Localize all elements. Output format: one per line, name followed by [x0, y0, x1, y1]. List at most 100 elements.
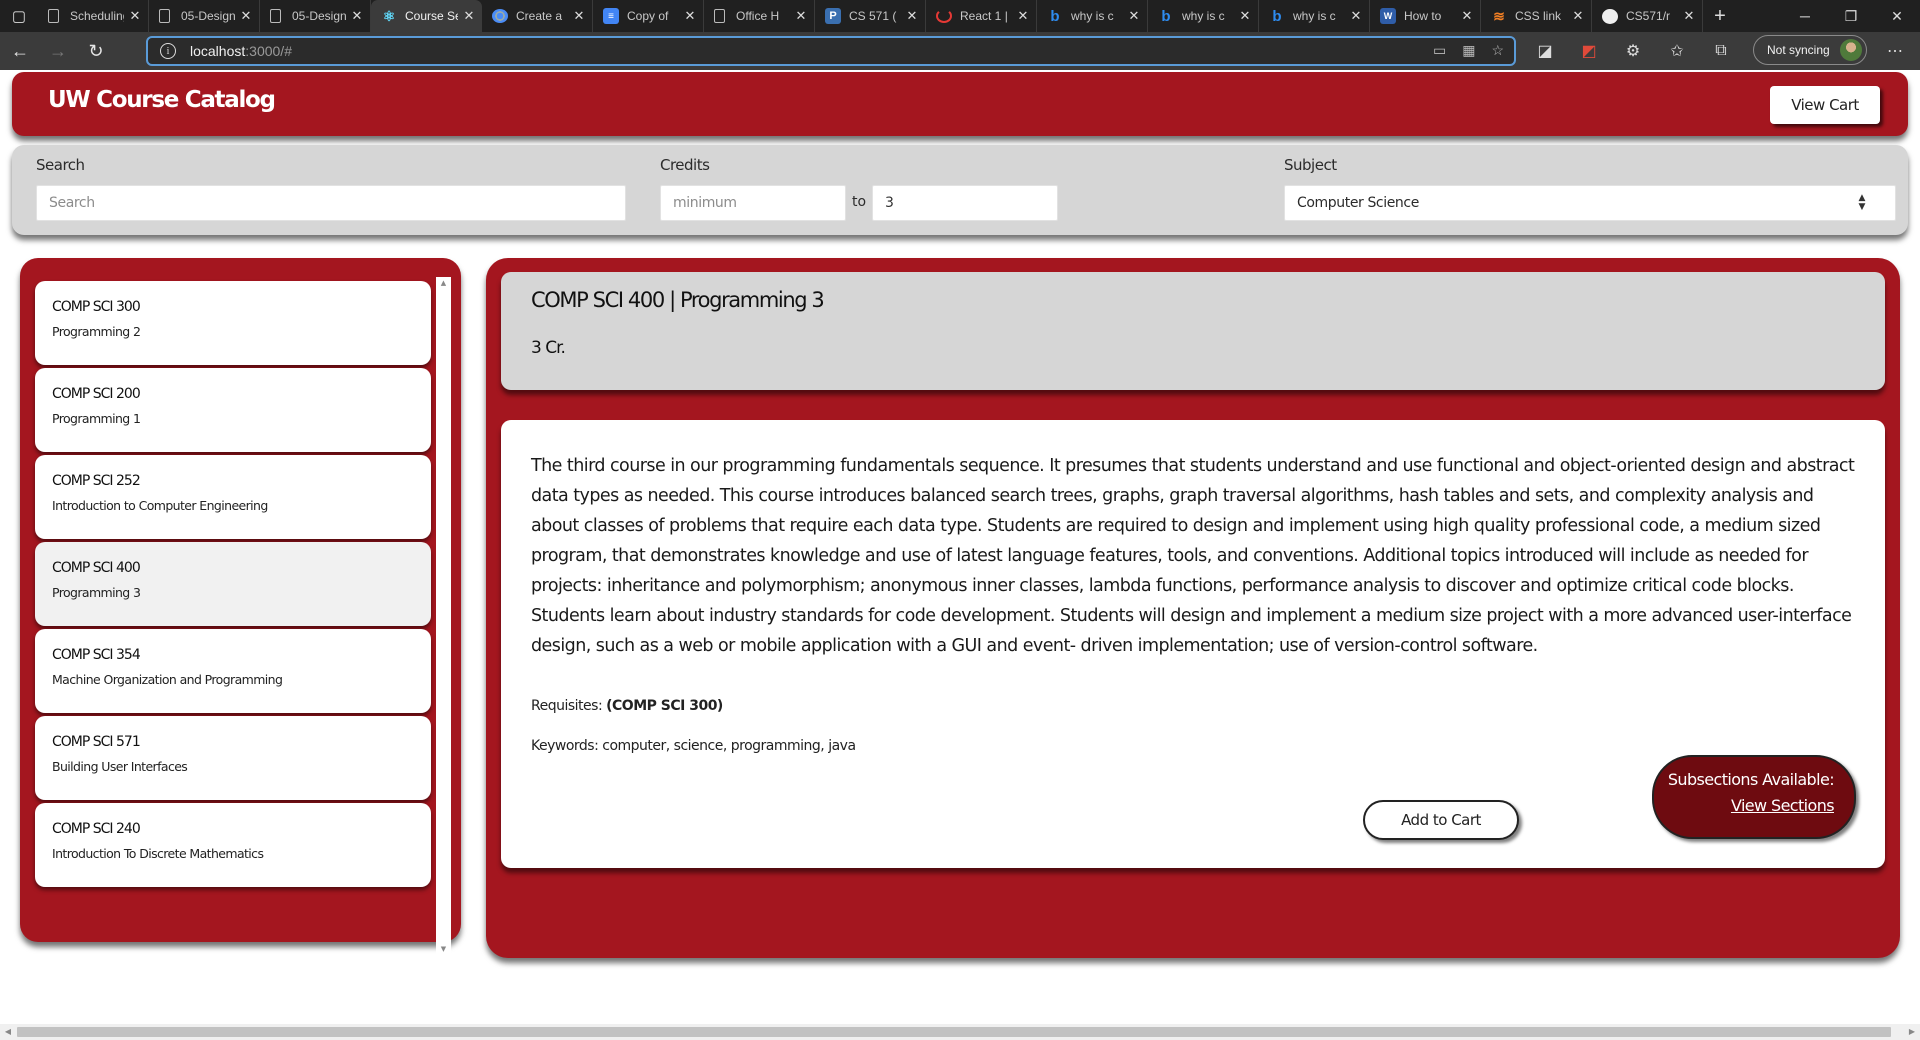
- course-card[interactable]: COMP SCI 200 Programming 1: [35, 368, 431, 452]
- more-menu-icon[interactable]: ⋯: [1880, 36, 1910, 66]
- scroll-up-icon[interactable]: ▲: [436, 277, 451, 289]
- browser-tab[interactable]: P CS 571 (✕: [815, 0, 926, 32]
- browser-tab[interactable]: ≋ CSS link ✕: [1481, 0, 1592, 32]
- add-to-cart-button[interactable]: Add to Cart: [1363, 800, 1519, 840]
- profile-sync-button[interactable]: Not syncing: [1753, 35, 1867, 65]
- restore-icon[interactable]: ❐: [1828, 0, 1874, 32]
- address-url[interactable]: localhost:3000/#: [190, 43, 292, 59]
- close-window-icon[interactable]: ✕: [1874, 0, 1920, 32]
- tab-close-icon[interactable]: ✕: [1571, 8, 1585, 24]
- browser-tab[interactable]: Scheduling ✕: [38, 0, 149, 32]
- tab-close-icon[interactable]: ✕: [1460, 8, 1474, 24]
- tab-close-icon[interactable]: ✕: [572, 8, 586, 24]
- back-icon[interactable]: ←: [2, 36, 38, 66]
- requisites-label: Requisites:: [531, 698, 603, 714]
- browser-tab[interactable]: Office H ✕: [704, 0, 815, 32]
- course-name: Programming 2: [52, 324, 141, 339]
- extensions-puzzle-icon[interactable]: ⚙: [1618, 36, 1648, 66]
- course-card[interactable]: COMP SCI 300 Programming 2: [35, 281, 431, 365]
- tab-close-icon[interactable]: ✕: [239, 8, 253, 24]
- reload-icon[interactable]: ↻: [78, 36, 114, 66]
- tab-close-icon[interactable]: ✕: [128, 8, 142, 24]
- browser-tab[interactable]: b why is c ✕: [1037, 0, 1148, 32]
- page-content: UW Course Catalog View Cart Search Credi…: [0, 70, 1920, 1024]
- address-bar[interactable]: i localhost:3000/# ▭ ▦ ☆: [146, 36, 1516, 66]
- browser-tab[interactable]: ⚛ Course Search ✕: [371, 0, 482, 32]
- course-card[interactable]: COMP SCI 571 Building User Interfaces: [35, 716, 431, 800]
- course-detail-header: COMP SCI 400 | Programming 3 3 Cr.: [501, 272, 1885, 390]
- extension-red-icon[interactable]: ◩: [1574, 36, 1604, 66]
- horizontal-scroll-thumb[interactable]: [17, 1027, 1891, 1037]
- browser-tab[interactable]: Create a ✕: [482, 0, 593, 32]
- subsections-label: Subsections Available:: [1667, 770, 1835, 789]
- avatar: [1840, 39, 1862, 61]
- view-sections-link[interactable]: View Sections: [1731, 796, 1835, 815]
- scroll-down-icon[interactable]: ▼: [436, 943, 451, 955]
- google-doc-icon: ≡: [603, 8, 619, 24]
- minimize-icon[interactable]: ─: [1782, 0, 1828, 32]
- browser-tab[interactable]: 05-Design ✕: [260, 0, 371, 32]
- course-list-scrollbar[interactable]: ▲ ▼: [436, 277, 451, 955]
- browser-tab[interactable]: React 1 | ✕: [926, 0, 1037, 32]
- browser-tab[interactable]: b why is c ✕: [1259, 0, 1370, 32]
- tab-close-icon[interactable]: ✕: [1127, 8, 1141, 24]
- tab-close-icon[interactable]: ✕: [794, 8, 808, 24]
- course-card[interactable]: COMP SCI 252 Introduction to Computer Eng…: [35, 455, 431, 539]
- course-title: COMP SCI 400 | Programming 3: [531, 288, 825, 312]
- add-favorite-icon[interactable]: ☆: [1491, 42, 1504, 59]
- tab-close-icon[interactable]: ✕: [1238, 8, 1252, 24]
- subject-select[interactable]: Computer Science ▲ ▼: [1284, 185, 1896, 221]
- browser-tab[interactable]: 05-Design ✕: [149, 0, 260, 32]
- tab-close-icon[interactable]: ✕: [683, 8, 697, 24]
- github-icon: [1602, 8, 1618, 24]
- course-credits: 3 Cr.: [531, 338, 566, 358]
- search-input[interactable]: [36, 185, 626, 221]
- browser-tab[interactable]: ≡ Copy of ✕: [593, 0, 704, 32]
- view-cart-button[interactable]: View Cart: [1770, 86, 1880, 124]
- tab-actions-icon[interactable]: ▢: [0, 0, 38, 32]
- stackoverflow-icon: ≋: [1493, 7, 1505, 24]
- favorites-icon[interactable]: ✩: [1662, 36, 1692, 66]
- page-horizontal-scrollbar[interactable]: ◀ ▶: [0, 1024, 1920, 1040]
- bing-icon: b: [1272, 7, 1282, 25]
- course-card[interactable]: COMP SCI 240 Introduction To Discrete Mat…: [35, 803, 431, 887]
- site-info-icon[interactable]: i: [160, 43, 176, 59]
- tab-close-icon[interactable]: ✕: [462, 8, 476, 24]
- tab-title: Course Search: [405, 9, 458, 23]
- course-description: The third course in our programming fund…: [531, 456, 1855, 656]
- browser-tab[interactable]: W How to ✕: [1370, 0, 1481, 32]
- course-card[interactable]: COMP SCI 400 Programming 3: [35, 542, 431, 626]
- tab-title: Office H: [736, 9, 780, 23]
- forward-icon[interactable]: →: [40, 36, 76, 66]
- loading-icon: [936, 9, 952, 23]
- credits-max-input[interactable]: [872, 185, 1058, 221]
- tab-list: Scheduling ✕ 05-Design ✕ 05-Design ✕ ⚛ Course S…: [38, 0, 1703, 32]
- window-controls: ─ ❐ ✕: [1782, 0, 1920, 32]
- course-card[interactable]: COMP SCI 354 Machine Organization and Pro…: [35, 629, 431, 713]
- url-path: :3000/#: [245, 43, 292, 59]
- scroll-thumb[interactable]: [440, 291, 447, 941]
- browser-tab[interactable]: CS571/r ✕: [1592, 0, 1703, 32]
- app-available-icon[interactable]: ▭: [1433, 42, 1446, 59]
- course-requisites: Requisites: (COMP SCI 300): [531, 698, 723, 714]
- tab-close-icon[interactable]: ✕: [350, 8, 364, 24]
- tab-close-icon[interactable]: ✕: [1682, 8, 1696, 24]
- search-label: Search: [36, 156, 85, 174]
- filter-bar: Search Credits to Subject Computer Scien…: [12, 145, 1908, 235]
- tab-title: Copy of: [627, 9, 669, 23]
- scroll-right-icon[interactable]: ▶: [1904, 1024, 1920, 1040]
- qr-code-icon[interactable]: ▦: [1462, 42, 1475, 59]
- scroll-left-icon[interactable]: ◀: [0, 1024, 16, 1040]
- tab-title: CS 571 (: [849, 9, 897, 23]
- doc-icon: [48, 9, 59, 23]
- course-code: COMP SCI 571: [52, 734, 141, 750]
- new-tab-button[interactable]: +: [1703, 0, 1737, 32]
- browser-tab[interactable]: b why is c ✕: [1148, 0, 1259, 32]
- tab-close-icon[interactable]: ✕: [1349, 8, 1363, 24]
- tab-close-icon[interactable]: ✕: [905, 8, 919, 24]
- tab-title: How to: [1404, 9, 1442, 23]
- tab-close-icon[interactable]: ✕: [1016, 8, 1030, 24]
- extension-icon[interactable]: ◪: [1530, 36, 1560, 66]
- collections-icon[interactable]: ⧉: [1706, 36, 1736, 66]
- credits-min-input[interactable]: [660, 185, 846, 221]
